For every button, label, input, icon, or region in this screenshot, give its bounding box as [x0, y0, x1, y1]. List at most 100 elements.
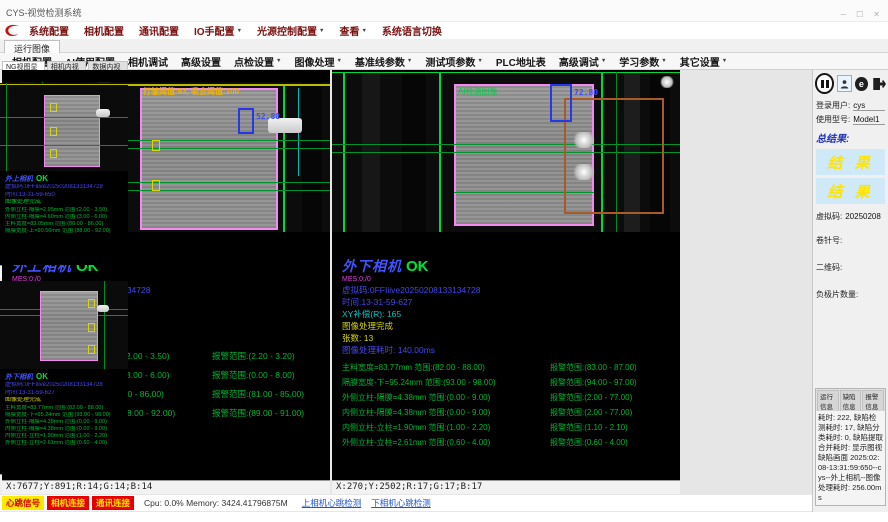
menu-bar: 系统配置 相机配置 通讯配置 IO手配置 ▼ 光源控制配置 ▼: [0, 22, 888, 39]
total-result-label: 总结果:: [813, 126, 888, 146]
measurement-row: 外侧立柱-隔膜=4.38mm 范围:(0.00 - 9.00): [5, 419, 125, 426]
stats-tab[interactable]: 报警信息: [862, 390, 884, 411]
heartbeat-check-link[interactable]: 下相机心跳检测: [371, 497, 431, 509]
elapsed-line: 图像处理耗时: 140.00ms: [342, 344, 676, 356]
virtual-code-field: 虚拟码: 20250208: [813, 209, 888, 223]
heartbeat-check-link[interactable]: 上相机心跳检测: [302, 497, 362, 509]
exit-door-icon: [871, 77, 886, 91]
maximize-icon[interactable]: ☐: [856, 10, 863, 19]
toolbar-button[interactable]: 图像处理 ▼: [294, 54, 341, 69]
blue-measure-tag: 52.88: [256, 112, 280, 121]
user-icon: [839, 78, 850, 90]
exit-button[interactable]: [871, 76, 886, 92]
menu-item[interactable]: IO手配置 ▼: [194, 23, 242, 38]
sidebar-buttons: e: [813, 70, 888, 98]
dropdown-arrow-icon: ▼: [661, 58, 666, 64]
yellow-marker-box: [88, 345, 95, 354]
user-login-button[interactable]: [837, 75, 852, 92]
model-label: 使用型号:: [816, 114, 850, 125]
toolbar-button[interactable]: 学习参数 ▼: [619, 54, 666, 69]
measurement-value: 内侧立柱-立柱=1.90mm 范围:(1.00 - 2.20): [342, 422, 550, 433]
toolbar-button-label: 图像处理: [294, 54, 334, 69]
toolbar-button[interactable]: 高级设置: [181, 54, 221, 69]
menu-item[interactable]: 系统语言切换: [382, 23, 442, 38]
green-measure-hline: [0, 145, 128, 146]
toolbar-button-label: PLC地址表: [496, 54, 546, 69]
dropdown-arrow-icon: ▼: [601, 58, 606, 64]
result-ok: OK: [406, 258, 429, 275]
toolbar-button[interactable]: 测试项参数 ▼: [425, 54, 482, 69]
menu-item-label: 查看: [339, 23, 359, 38]
toolbar-button-label: 其它设置: [680, 54, 720, 69]
camera-result-row: 外上相机 OK: [5, 174, 125, 184]
control-sidebar: e 登录用户: cys 使用型号: Model1 总结果: 结 果 结 果 虚拟…: [812, 70, 888, 512]
close-icon[interactable]: ✕: [873, 10, 880, 19]
toolbar-button[interactable]: 点检设置 ▼: [234, 54, 281, 69]
measurement-row: 隔膜宽度-上=90.56mm 范围:(88.00 - 92.00): [5, 228, 125, 235]
dropdown-arrow-icon: ▼: [361, 28, 366, 34]
measurement-row: 隔膜宽度-下=95.24mm 范围:(93.00 - 98.00) 报警范围:(…: [342, 377, 676, 388]
camera-name: 外上相机: [5, 174, 33, 184]
status-badge: 心跳信号: [2, 496, 44, 510]
pixel-coordinate-readout: X:270;Y:2502;R:17;G:17;B:17: [332, 480, 680, 494]
status-bar: 心跳信号 相机连接 通讯连接 Cpu: 0.0% Memory: 3424.41…: [0, 495, 812, 511]
frame-count-line: 张数: 13: [342, 332, 676, 344]
menu-item[interactable]: 相机配置: [84, 23, 124, 38]
measurement-value: 内侧立柱-隔膜=4.38mm 范围:(0.00 - 9.00): [342, 407, 550, 418]
measurement-row: 内侧立柱-立柱=1.90mm 范围:(1.00 - 2.20) 报警范围:(1.…: [342, 422, 676, 433]
camera-result-row: 外下相机 OK: [342, 256, 676, 276]
measurement-value: 外侧立柱-立柱=2.61mm 范围:(0.60 - 4.00): [342, 437, 550, 448]
toolbar-button[interactable]: 基准线参数 ▼: [355, 54, 412, 69]
stats-panel: 运行信息 缺陷信息 报警信息 耗时: 222, 缺陷检测耗时: 17, 缺陷分类…: [815, 388, 886, 506]
stats-tab[interactable]: 缺陷信息: [840, 390, 862, 411]
toolbar-button[interactable]: 相机调试: [128, 54, 168, 69]
menu-item[interactable]: 系统配置: [29, 23, 69, 38]
yellow-marker-box: [50, 149, 57, 158]
toolbar-button-label: 点检设置: [234, 54, 274, 69]
toolbar-button[interactable]: 其它设置 ▼: [680, 54, 727, 69]
measurement-value: 外侧立柱-隔膜=4.38mm 范围:(0.00 - 9.00): [342, 392, 550, 403]
yellow-marker-box: [152, 180, 160, 191]
mini-image: [0, 83, 128, 171]
logo-e-button[interactable]: e: [855, 77, 868, 91]
virtual-code-line: 虚拟码:0FFIiive20250208133134728: [5, 184, 125, 192]
toolbar-button[interactable]: 高级调试 ▼: [559, 54, 606, 69]
yellow-marker-box: [88, 299, 95, 308]
measurement-alarm-range: 报警范围:(0.00 - 8.00): [212, 369, 295, 381]
ng-view-bottom[interactable]: 外下相机 OK 虚拟码:0FFIiive20250208133134728 时间…: [0, 281, 128, 474]
mini-measure-list: 主料宽度=83.77mm 范围:(82.00 - 88.00) 隔膜宽度-下=9…: [5, 405, 125, 447]
stats-tab[interactable]: 运行信息: [817, 390, 839, 411]
result-text-block: 外下相机 OK MES:0;/0 虚拟码:0FFIiive20250208133…: [342, 256, 676, 452]
pause-button[interactable]: [815, 73, 834, 94]
menu-item-label: 通讯配置: [139, 23, 179, 38]
dropdown-arrow-icon: ▼: [722, 58, 727, 64]
measurement-alarm-range: 报警范围:(0.60 - 4.00): [550, 437, 628, 448]
bright-spot: [572, 164, 596, 180]
model-field: 使用型号: Model1: [813, 112, 888, 126]
window-controls: ─ ☐ ✕: [840, 10, 880, 19]
heartbeat-check-label: 下相机心跳检测: [371, 498, 431, 508]
dropdown-arrow-icon: ▼: [477, 58, 482, 64]
result-box-lower: 结 果: [816, 178, 885, 204]
blue-measure-tag: 72.80: [574, 88, 598, 97]
view-tab-strip: 运行图像: [0, 39, 888, 53]
menu-item[interactable]: 查看 ▼: [339, 23, 366, 38]
menu-item[interactable]: 光源控制配置 ▼: [257, 23, 324, 38]
yellow-marker-box: [50, 103, 57, 112]
camera-image-lower-outer[interactable]: 72.80 AI检测图像: [332, 72, 680, 232]
measurement-row: 内侧立柱-立柱=1.90mm 范围:(1.00 - 2.20): [5, 433, 125, 440]
green-reference-vline: [104, 281, 105, 369]
process-done-line: 图像处理完成: [342, 320, 676, 332]
measurement-value: 主料宽度=83.77mm 范围:(82.00 - 88.00): [342, 362, 550, 373]
result-ok: OK: [36, 174, 48, 183]
status-badges: 心跳信号 相机连接 通讯连接: [2, 496, 134, 510]
stats-tab-label: 报警信息: [865, 394, 878, 411]
status-badge: 相机连接: [47, 496, 89, 510]
virtual-code-line: 虚拟码:0FFIiive20250208133134728: [342, 284, 676, 296]
camera-result-row: 外下相机 OK: [5, 372, 125, 382]
menu-item[interactable]: 通讯配置: [139, 23, 179, 38]
ng-view-top[interactable]: 外上相机 OK 虚拟码:0FFIiive20250208133134728 时间…: [0, 83, 128, 265]
stats-tab-label: 缺陷信息: [843, 394, 856, 411]
toolbar-button[interactable]: PLC地址表: [496, 54, 546, 69]
minimize-icon[interactable]: ─: [840, 10, 846, 19]
